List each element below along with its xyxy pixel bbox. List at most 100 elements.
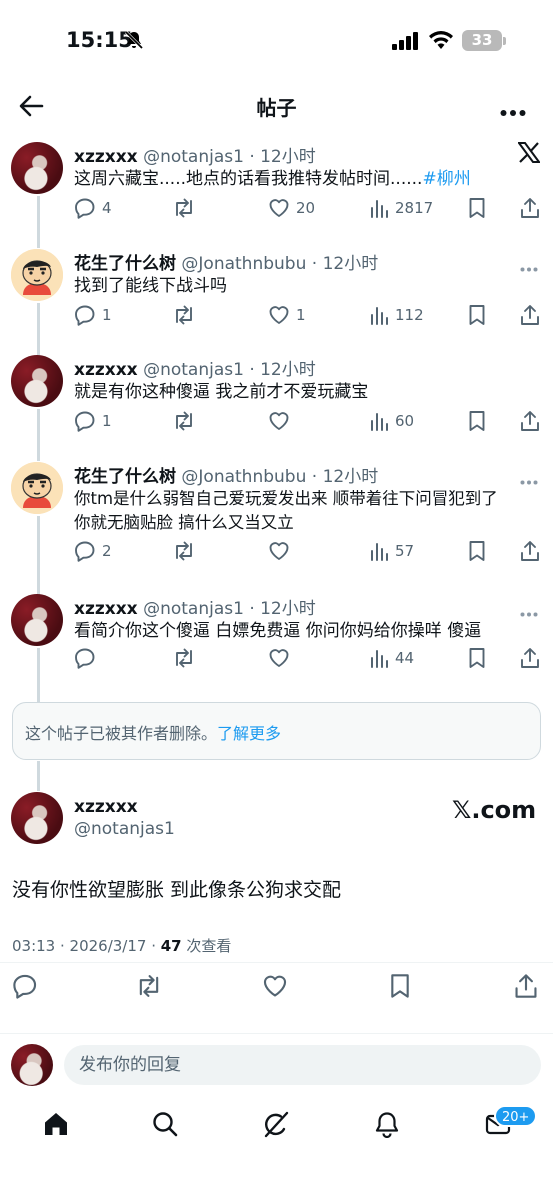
reply-input[interactable]: 发布你的回复 xyxy=(64,1045,541,1085)
views-button[interactable]: 44 xyxy=(369,647,414,669)
repost-icon xyxy=(176,411,192,431)
main-post-timestamp: 03:13 · 2026/3/17 · xyxy=(12,937,161,955)
thread-post[interactable]: xzzxxx @notanjas1 · 12小时 看简介你这个傻逼 白嫖免费逼 … xyxy=(0,594,553,674)
reply-button[interactable]: 1 xyxy=(74,410,112,432)
like-button[interactable] xyxy=(268,540,296,562)
post-actions: 2 57 xyxy=(74,540,544,564)
author-name[interactable]: 花生了什么树 xyxy=(74,254,176,274)
search-icon[interactable] xyxy=(151,1110,179,1142)
main-post-view-count[interactable]: 47 xyxy=(161,937,182,955)
main-post-author-name[interactable]: xzzxxx xyxy=(74,797,138,817)
post-meta: xzzxxx @notanjas1 · 12小时 xyxy=(74,355,316,380)
signal-icon xyxy=(392,32,420,54)
bookmark-icon xyxy=(469,305,485,325)
x-logo-icon xyxy=(517,142,541,167)
bookmark-button[interactable] xyxy=(468,304,486,326)
views-icon xyxy=(371,650,388,668)
share-icon[interactable] xyxy=(514,973,538,1003)
like-button[interactable]: 1 xyxy=(268,304,306,326)
share-button[interactable] xyxy=(520,410,540,432)
divider xyxy=(0,962,553,963)
share-button[interactable] xyxy=(520,304,540,326)
views-button[interactable]: 112 xyxy=(369,304,424,326)
post-text: 找到了能线下战斗吗 xyxy=(74,276,227,296)
post-actions: 1 1 112 xyxy=(74,304,544,328)
status-time: 15:15 xyxy=(66,28,133,52)
repost-icon xyxy=(176,541,192,561)
views-button[interactable]: 2817 xyxy=(369,197,433,219)
views-button[interactable]: 60 xyxy=(369,410,414,432)
home-indicator-area xyxy=(0,1180,553,1200)
bookmark-button[interactable] xyxy=(468,410,486,432)
bookmark-icon xyxy=(469,411,485,431)
hashtag-link[interactable]: #柳州 xyxy=(422,169,470,189)
heart-icon[interactable] xyxy=(262,973,288,1003)
views-button[interactable]: 57 xyxy=(369,540,414,562)
bookmark-icon xyxy=(469,198,485,218)
like-button[interactable]: 20 xyxy=(268,197,315,219)
bookmark-button[interactable] xyxy=(468,540,486,562)
post-text: 这周六藏宝.....地点的话看我推特发帖时间......#柳州 xyxy=(74,167,524,192)
post-text-line: 你就无脑贴脸 搞什么又当又立 xyxy=(74,513,294,532)
grok-icon[interactable] xyxy=(262,1110,290,1142)
heart-icon xyxy=(269,649,289,667)
reply-icon[interactable] xyxy=(12,973,38,1003)
like-button[interactable] xyxy=(268,410,296,432)
repost-icon[interactable] xyxy=(135,973,163,1003)
messages-badge: 20+ xyxy=(494,1105,538,1127)
reply-count: 2 xyxy=(102,542,112,560)
post-meta: 花生了什么树 @Jonathnbubu · 12小时 xyxy=(74,462,378,487)
main-post-avatar[interactable] xyxy=(11,792,63,844)
thread-post[interactable]: xzzxxx @notanjas1 · 12小时 这周六藏宝.....地点的话看… xyxy=(0,142,553,232)
author-name[interactable]: xzzxxx xyxy=(74,360,138,380)
reply-count: 4 xyxy=(102,199,112,217)
share-button[interactable] xyxy=(520,197,540,219)
learn-more-link[interactable]: 了解更多 xyxy=(217,724,281,743)
avatar[interactable] xyxy=(11,462,63,514)
avatar[interactable] xyxy=(11,594,63,646)
author-handle: @notanjas1 · 12小时 xyxy=(143,147,316,167)
avatar[interactable] xyxy=(11,249,63,301)
author-handle: @notanjas1 · 12小时 xyxy=(143,360,316,380)
reply-button[interactable] xyxy=(74,647,102,669)
views-count: 44 xyxy=(395,649,415,667)
repost-button[interactable] xyxy=(172,540,202,562)
avatar[interactable] xyxy=(11,355,63,407)
share-button[interactable] xyxy=(520,540,540,562)
share-icon xyxy=(521,198,539,218)
thread-post[interactable]: 花生了什么树 @Jonathnbubu · 12小时 找到了能线下战斗吗 1 1… xyxy=(0,249,553,329)
more-options-icon[interactable] xyxy=(500,102,526,121)
thread-post[interactable]: xzzxxx @notanjas1 · 12小时 就是有你这种傻逼 我之前才不爱… xyxy=(0,355,553,435)
notifications-icon[interactable] xyxy=(373,1110,401,1142)
repost-button[interactable] xyxy=(172,647,202,669)
author-handle: @Jonathnbubu · 12小时 xyxy=(181,467,379,487)
repost-button[interactable] xyxy=(172,410,202,432)
thread-post[interactable]: 花生了什么树 @Jonathnbubu · 12小时 你tm是什么弱智自己爱玩爱… xyxy=(0,462,553,572)
share-icon xyxy=(521,541,539,561)
repost-button[interactable] xyxy=(172,197,202,219)
author-name[interactable]: 花生了什么树 xyxy=(74,467,176,487)
views-icon xyxy=(371,200,388,218)
views-icon xyxy=(371,543,388,561)
repost-button[interactable] xyxy=(172,304,202,326)
home-icon[interactable] xyxy=(42,1110,70,1142)
reply-button[interactable]: 1 xyxy=(74,304,112,326)
bookmark-icon[interactable] xyxy=(389,973,411,1003)
author-name[interactable]: xzzxxx xyxy=(74,147,138,167)
reply-icon xyxy=(75,198,95,219)
heart-icon xyxy=(269,306,289,324)
views-count: 57 xyxy=(395,542,415,560)
reply-button[interactable]: 4 xyxy=(74,197,112,219)
bookmark-button[interactable] xyxy=(468,647,486,669)
top-nav: 帖子 xyxy=(0,80,553,132)
author-name[interactable]: xzzxxx xyxy=(74,599,138,619)
like-button[interactable] xyxy=(268,647,296,669)
post-text: 看简介你这个傻逼 白嫖免费逼 你问你妈给你操咩 傻逼 xyxy=(74,621,482,641)
share-button[interactable] xyxy=(520,647,540,669)
my-avatar[interactable] xyxy=(11,1044,53,1086)
avatar[interactable] xyxy=(11,142,63,194)
main-post-view-label: 次查看 xyxy=(181,937,232,955)
post-actions: 1 60 xyxy=(74,410,544,434)
bookmark-button[interactable] xyxy=(468,197,486,219)
reply-button[interactable]: 2 xyxy=(74,540,112,562)
